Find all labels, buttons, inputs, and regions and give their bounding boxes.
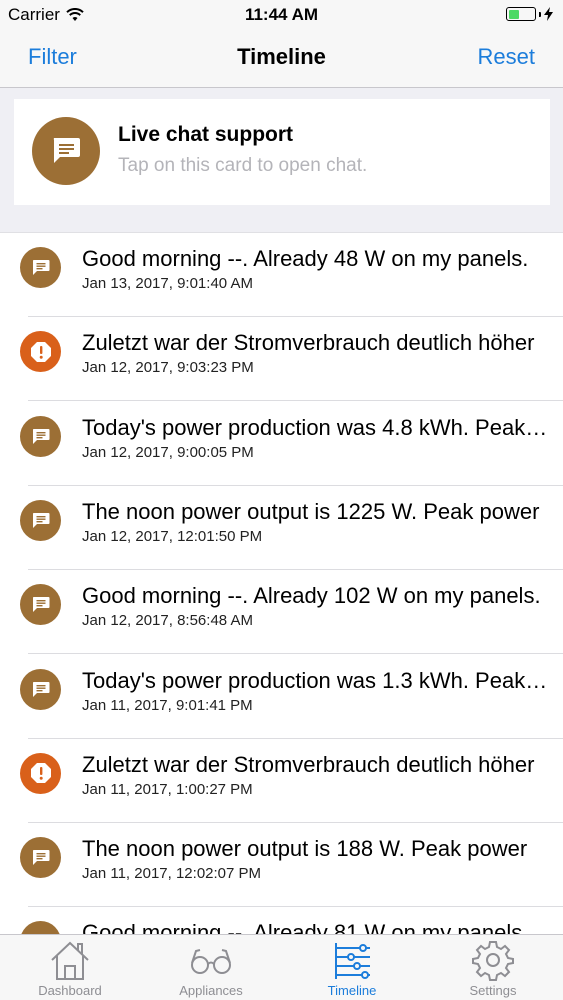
reset-button[interactable]: Reset	[478, 44, 535, 70]
tab-dashboard[interactable]: Dashboard	[0, 935, 140, 1000]
navigation-bar: Filter Timeline Reset	[0, 30, 563, 88]
timeline-row[interactable]: Today's power production was 4.8 kWh. Pe…	[0, 402, 563, 486]
tab-label-timeline: Timeline	[327, 983, 377, 998]
message-icon	[20, 247, 61, 288]
alert-icon	[20, 331, 61, 373]
tab-bar: Dashboard Appliances Timeline Settings	[0, 934, 563, 1000]
message-icon	[20, 415, 61, 457]
message-icon	[20, 837, 61, 879]
timeline-message: Zuletzt war der Stromverbrauch deutlich …	[82, 751, 535, 777]
timeline-row[interactable]: Good morning --. Already 81 W on my pane…	[0, 907, 563, 934]
timeline-message: Good morning --. Already 48 W on my pane…	[82, 246, 529, 271]
house-icon	[51, 941, 89, 980]
chat-card-subtitle: Tap on this card to open chat.	[118, 155, 368, 176]
tab-label-settings: Settings	[469, 983, 517, 998]
timeline-row[interactable]: Good morning --. Already 102 W on my pan…	[0, 570, 563, 655]
timeline-message: Good morning --. Already 81 W on my pane…	[82, 920, 529, 934]
battery-indicator	[506, 7, 553, 21]
timeline-message: Zuletzt war der Stromverbrauch deutlich …	[82, 330, 535, 356]
live-chat-card[interactable]: Live chat support Tap on this card to op…	[14, 99, 550, 205]
alert-icon	[20, 752, 61, 794]
timeline-message: The noon power output is 188 W. Peak pow…	[82, 836, 528, 862]
timeline-date: Jan 11, 2017, 12:02:07 PM	[82, 865, 262, 883]
chat-card-title: Live chat support	[118, 123, 294, 146]
chat-bubble-icon	[32, 117, 100, 185]
timeline-row[interactable]: Zuletzt war der Stromverbrauch deutlich …	[0, 739, 563, 823]
timeline-row[interactable]: The noon power output is 188 W. Peak pow…	[0, 823, 563, 908]
timeline-message: The noon power output is 1225 W. Peak po…	[82, 498, 540, 524]
timeline-date: Jan 12, 2017, 9:03:23 PM	[82, 359, 254, 377]
message-icon	[20, 668, 61, 710]
tab-timeline[interactable]: Timeline	[282, 935, 422, 1000]
timeline-row[interactable]: Zuletzt war der Stromverbrauch deutlich …	[0, 317, 563, 402]
timeline-message: Today's power production was 1.3 kWh. Pe…	[82, 667, 552, 693]
timeline-sliders-icon	[335, 943, 370, 979]
glasses-icon	[191, 949, 231, 974]
timeline-date: Jan 12, 2017, 8:56:48 AM	[82, 612, 253, 630]
timeline-row[interactable]: Today's power production was 1.3 kWh. Pe…	[0, 655, 563, 739]
tab-appliances[interactable]: Appliances	[141, 935, 281, 1000]
timeline-date: Jan 12, 2017, 12:01:50 PM	[82, 527, 263, 545]
battery-icon	[506, 7, 536, 21]
timeline-date: Jan 13, 2017, 9:01:40 AM	[82, 275, 253, 292]
timeline-date: Jan 11, 2017, 1:00:27 PM	[82, 780, 253, 798]
charging-bolt-icon	[544, 7, 553, 21]
timeline-message: Good morning --. Already 102 W on my pan…	[82, 583, 541, 609]
tab-label-appliances: Appliances	[179, 983, 243, 998]
timeline-row[interactable]: Good morning --. Already 48 W on my pane…	[0, 233, 563, 317]
message-icon	[20, 584, 61, 626]
timeline-date: Jan 11, 2017, 9:01:41 PM	[82, 696, 253, 714]
timeline-list: Good morning --. Already 48 W on my pane…	[0, 232, 563, 934]
status-time: 11:44 AM	[244, 5, 319, 24]
timeline-message: Today's power production was 4.8 kWh. Pe…	[82, 414, 552, 440]
status-bar: Carrier 11:44 AM	[0, 0, 563, 30]
tab-settings[interactable]: Settings	[423, 935, 563, 1000]
message-icon	[20, 499, 61, 541]
timeline-row[interactable]: The noon power output is 1225 W. Peak po…	[0, 486, 563, 570]
timeline-date: Jan 12, 2017, 9:00:05 PM	[82, 443, 254, 461]
message-icon	[20, 921, 61, 934]
tab-label-dashboard: Dashboard	[38, 983, 102, 998]
gear-icon	[472, 941, 514, 981]
